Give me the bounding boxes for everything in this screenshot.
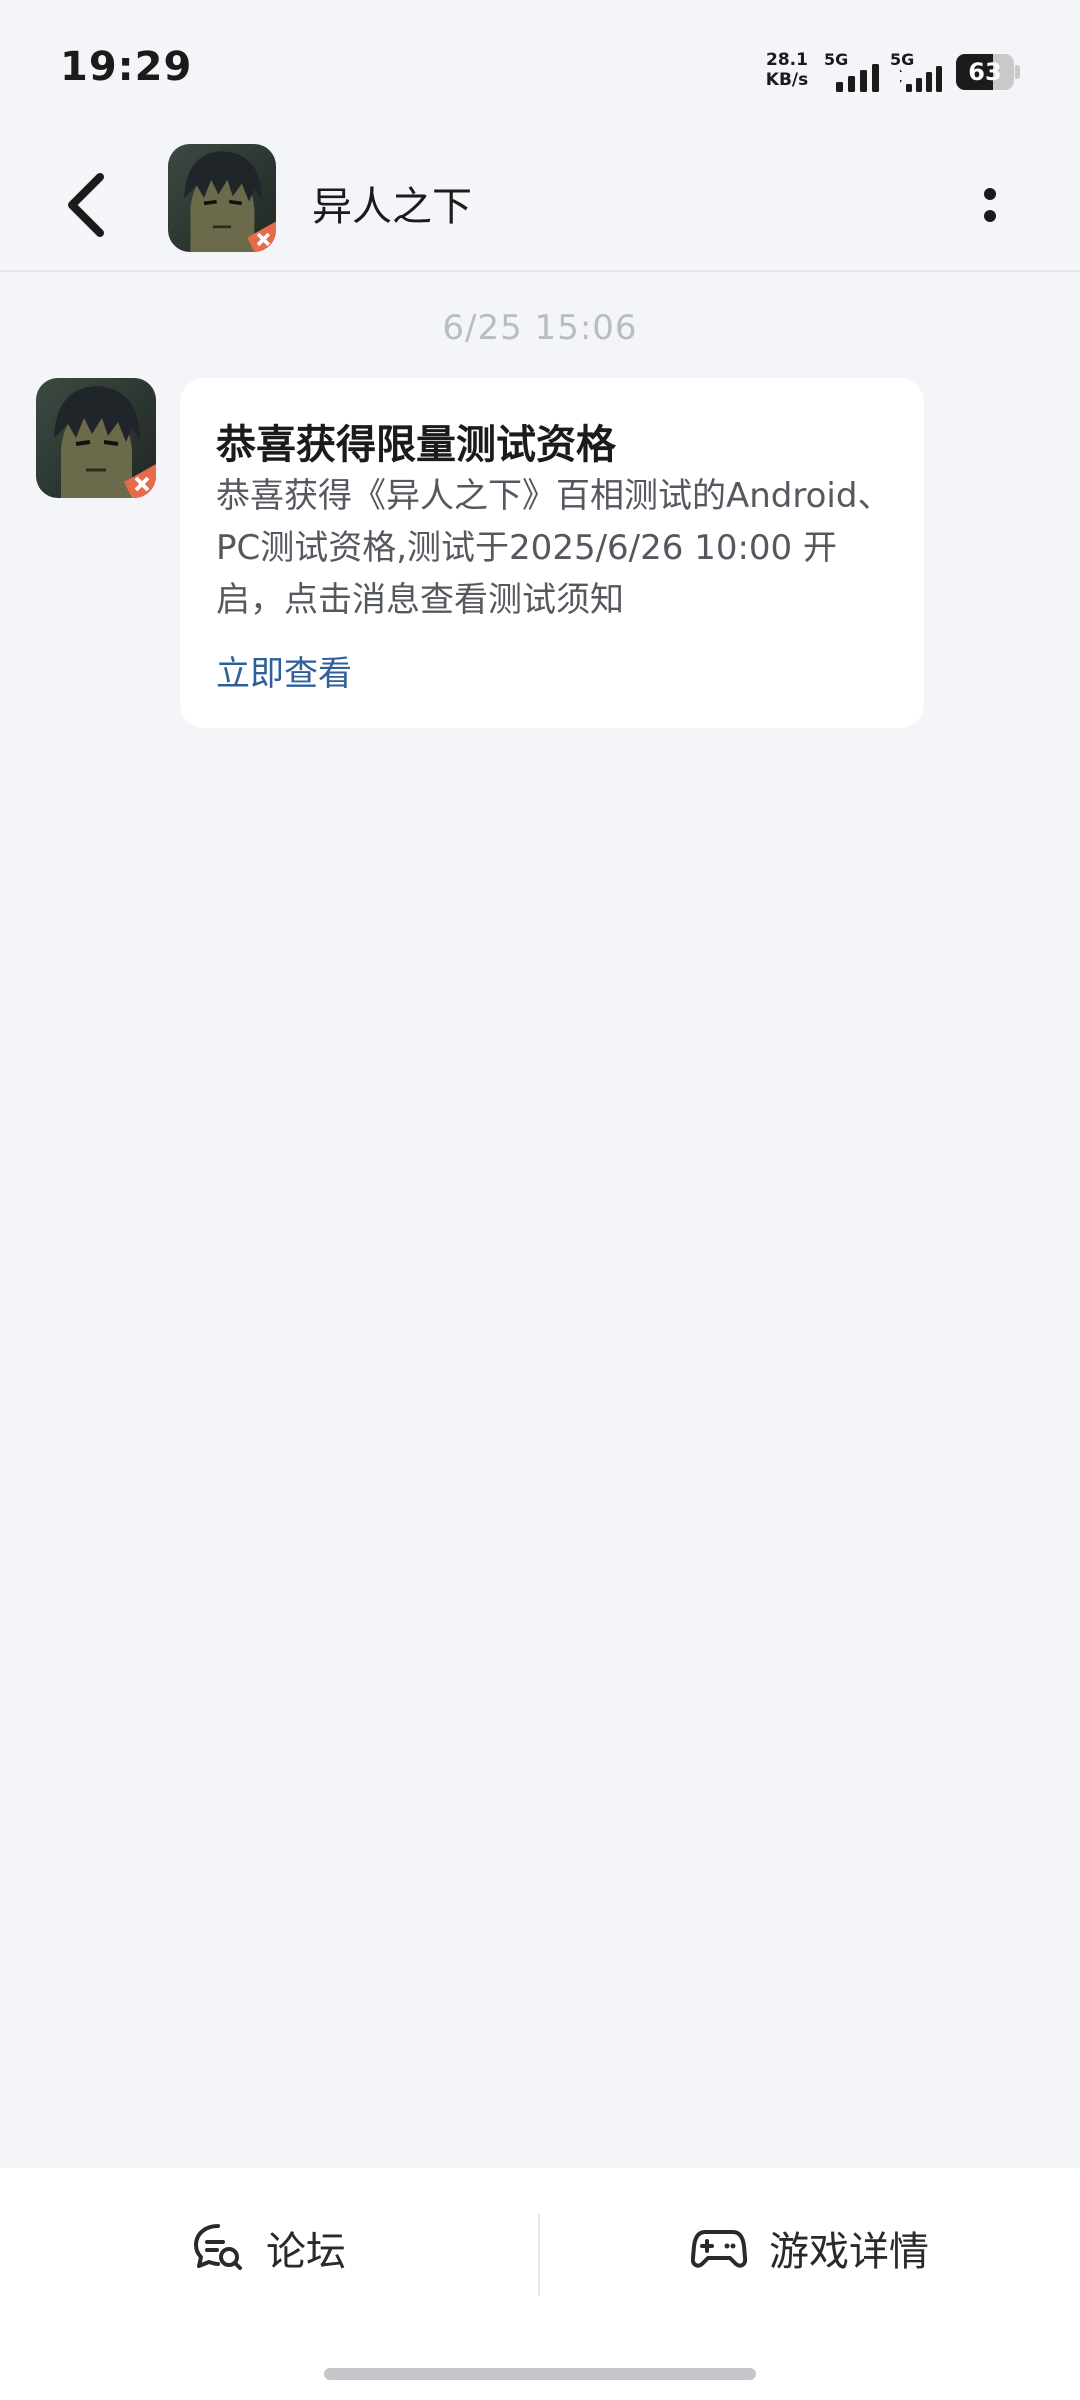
battery-indicator: 63 [956,54,1020,90]
game-details-button[interactable]: 游戏详情 [540,2188,1080,2308]
network-speed: 28.1 KB/s [762,50,812,90]
game-details-label: 游戏详情 [769,2229,929,2275]
sim1-signal: 5G [824,50,894,94]
more-options-button[interactable] [960,166,1020,246]
bottom-bar: 论坛 游戏详情 [0,2168,1080,2400]
home-indicator[interactable] [324,2368,756,2380]
signal-bars-data-icon [900,66,942,92]
game-avatar[interactable] [168,144,276,252]
chat-header: 异人之下 [0,140,1080,272]
chat-search-icon [194,2224,242,2270]
battery-tip [1015,65,1020,79]
message-body: 恭喜获得《异人之下》百相测试的Android、PC测试资格,测试于2025/6/… [216,476,892,620]
network-speed-unit: KB/s [765,70,809,90]
message-title: 恭喜获得限量测试资格 [216,422,616,468]
back-button[interactable] [50,165,130,245]
character-portrait-icon [36,378,156,498]
sim2-signal: 5G [890,50,960,94]
page-title: 异人之下 [312,184,472,230]
message-timestamp: 6/25 15:06 [442,308,638,348]
battery-level: 63 [968,58,1002,86]
message-bubble[interactable]: 恭喜获得限量测试资格 恭喜获得《异人之下》百相测试的Android、PC测试资格… [180,378,924,728]
gamepad-icon [691,2230,747,2268]
character-portrait-icon [168,144,276,252]
status-bar: 19:29 28.1 KB/s 5G 5G 63 [0,0,1080,140]
forum-label: 论坛 [266,2229,346,2275]
network-speed-value: 28.1 [766,50,808,70]
forum-button[interactable]: 论坛 [0,2188,538,2308]
sender-avatar[interactable] [36,378,156,498]
status-time: 19:29 [60,44,193,90]
signal-bars-icon [836,64,879,92]
view-now-link[interactable]: 立即查看 [216,646,352,695]
chevron-left-icon [68,173,104,237]
vertical-dots-icon [984,188,996,222]
